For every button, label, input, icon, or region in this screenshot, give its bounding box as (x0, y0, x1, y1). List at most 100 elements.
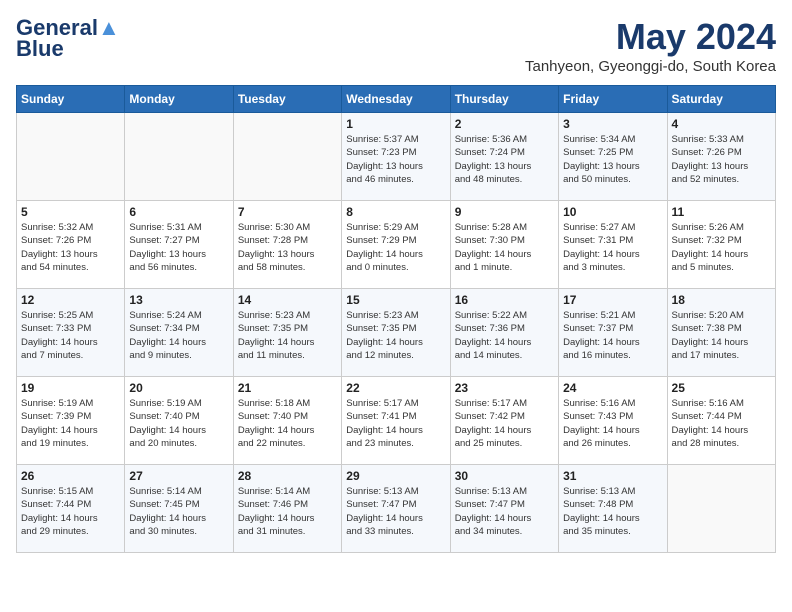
weekday-header: Friday (559, 86, 667, 113)
day-number: 18 (672, 293, 771, 307)
day-info: Sunrise: 5:13 AM Sunset: 7:47 PM Dayligh… (346, 485, 445, 538)
day-number: 12 (21, 293, 120, 307)
day-number: 31 (563, 469, 662, 483)
day-number: 1 (346, 117, 445, 131)
weekday-header: Tuesday (233, 86, 341, 113)
day-number: 11 (672, 205, 771, 219)
day-info: Sunrise: 5:22 AM Sunset: 7:36 PM Dayligh… (455, 309, 554, 362)
weekday-header: Sunday (17, 86, 125, 113)
day-number: 23 (455, 381, 554, 395)
day-info: Sunrise: 5:13 AM Sunset: 7:47 PM Dayligh… (455, 485, 554, 538)
day-info: Sunrise: 5:24 AM Sunset: 7:34 PM Dayligh… (129, 309, 228, 362)
day-number: 3 (563, 117, 662, 131)
day-info: Sunrise: 5:16 AM Sunset: 7:43 PM Dayligh… (563, 397, 662, 450)
day-number: 9 (455, 205, 554, 219)
day-info: Sunrise: 5:16 AM Sunset: 7:44 PM Dayligh… (672, 397, 771, 450)
calendar-cell: 26 Sunrise: 5:15 AM Sunset: 7:44 PM Dayli… (17, 465, 125, 553)
day-info: Sunrise: 5:27 AM Sunset: 7:31 PM Dayligh… (563, 221, 662, 274)
title-block: May 2024 Tanhyeon, Gyeonggi-do, South Ko… (525, 16, 776, 75)
day-number: 30 (455, 469, 554, 483)
calendar-cell: 31 Sunrise: 5:13 AM Sunset: 7:48 PM Dayli… (559, 465, 667, 553)
calendar-cell: 7 Sunrise: 5:30 AM Sunset: 7:28 PM Daylig… (233, 201, 341, 289)
calendar-cell: 1 Sunrise: 5:37 AM Sunset: 7:23 PM Daylig… (342, 113, 450, 201)
day-info: Sunrise: 5:31 AM Sunset: 7:27 PM Dayligh… (129, 221, 228, 274)
day-info: Sunrise: 5:17 AM Sunset: 7:42 PM Dayligh… (455, 397, 554, 450)
calendar-cell: 24 Sunrise: 5:16 AM Sunset: 7:43 PM Dayli… (559, 377, 667, 465)
day-number: 6 (129, 205, 228, 219)
calendar-cell: 30 Sunrise: 5:13 AM Sunset: 7:47 PM Dayli… (450, 465, 558, 553)
calendar-cell: 28Sunrise: 5:14 AM Sunset: 7:46 PM Dayli… (233, 465, 341, 553)
day-info: Sunrise: 5:29 AM Sunset: 7:29 PM Dayligh… (346, 221, 445, 274)
month-title: May 2024 (525, 16, 776, 58)
calendar-cell (125, 113, 233, 201)
day-info: Sunrise: 5:30 AM Sunset: 7:28 PM Dayligh… (238, 221, 337, 274)
page-header: General▲ Blue May 2024 Tanhyeon, Gyeongg… (16, 16, 776, 75)
calendar-cell: 20 Sunrise: 5:19 AM Sunset: 7:40 PM Dayli… (125, 377, 233, 465)
day-info: Sunrise: 5:19 AM Sunset: 7:40 PM Dayligh… (129, 397, 228, 450)
day-number: 25 (672, 381, 771, 395)
calendar-cell: 27 Sunrise: 5:14 AM Sunset: 7:45 PM Dayli… (125, 465, 233, 553)
day-number: 20 (129, 381, 228, 395)
calendar-cell: 9 Sunrise: 5:28 AM Sunset: 7:30 PM Daylig… (450, 201, 558, 289)
calendar-cell: 10 Sunrise: 5:27 AM Sunset: 7:31 PM Dayli… (559, 201, 667, 289)
location: Tanhyeon, Gyeonggi-do, South Korea (525, 58, 776, 75)
day-info: Sunrise: 5:34 AM Sunset: 7:25 PM Dayligh… (563, 133, 662, 186)
day-number: 10 (563, 205, 662, 219)
day-number: 15 (346, 293, 445, 307)
weekday-header: Wednesday (342, 86, 450, 113)
day-info: Sunrise: 5:17 AM Sunset: 7:41 PM Dayligh… (346, 397, 445, 450)
calendar-cell: 19Sunrise: 5:19 AM Sunset: 7:39 PM Dayli… (17, 377, 125, 465)
day-info: Sunrise: 5:15 AM Sunset: 7:44 PM Dayligh… (21, 485, 120, 538)
day-number: 5 (21, 205, 120, 219)
calendar-cell: 17Sunrise: 5:21 AM Sunset: 7:37 PM Dayli… (559, 289, 667, 377)
day-number: 13 (129, 293, 228, 307)
day-info: Sunrise: 5:13 AM Sunset: 7:48 PM Dayligh… (563, 485, 662, 538)
day-info: Sunrise: 5:18 AM Sunset: 7:40 PM Dayligh… (238, 397, 337, 450)
calendar-cell: 18 Sunrise: 5:20 AM Sunset: 7:38 PM Dayli… (667, 289, 775, 377)
day-info: Sunrise: 5:20 AM Sunset: 7:38 PM Dayligh… (672, 309, 771, 362)
calendar-cell: 12 Sunrise: 5:25 AM Sunset: 7:33 PM Dayli… (17, 289, 125, 377)
logo: General▲ Blue (16, 16, 120, 62)
day-number: 16 (455, 293, 554, 307)
calendar-cell: 3 Sunrise: 5:34 AM Sunset: 7:25 PM Daylig… (559, 113, 667, 201)
day-number: 27 (129, 469, 228, 483)
day-number: 29 (346, 469, 445, 483)
calendar-cell: 11 Sunrise: 5:26 AM Sunset: 7:32 PM Dayli… (667, 201, 775, 289)
calendar-cell: 25 Sunrise: 5:16 AM Sunset: 7:44 PM Dayli… (667, 377, 775, 465)
calendar-cell (667, 465, 775, 553)
calendar-cell: 22 Sunrise: 5:17 AM Sunset: 7:41 PM Dayli… (342, 377, 450, 465)
day-info: Sunrise: 5:28 AM Sunset: 7:30 PM Dayligh… (455, 221, 554, 274)
day-number: 14 (238, 293, 337, 307)
day-number: 21 (238, 381, 337, 395)
day-number: 7 (238, 205, 337, 219)
calendar-cell: 6 Sunrise: 5:31 AM Sunset: 7:27 PM Daylig… (125, 201, 233, 289)
calendar-cell: 2Sunrise: 5:36 AM Sunset: 7:24 PM Daylig… (450, 113, 558, 201)
day-info: Sunrise: 5:14 AM Sunset: 7:45 PM Dayligh… (129, 485, 228, 538)
calendar-cell: 21 Sunrise: 5:18 AM Sunset: 7:40 PM Dayli… (233, 377, 341, 465)
day-number: 22 (346, 381, 445, 395)
calendar-table: SundayMondayTuesdayWednesdayThursdayFrid… (16, 85, 776, 553)
calendar-cell: 13 Sunrise: 5:24 AM Sunset: 7:34 PM Dayli… (125, 289, 233, 377)
calendar-cell: 8 Sunrise: 5:29 AM Sunset: 7:29 PM Daylig… (342, 201, 450, 289)
logo-blue: Blue (16, 36, 64, 62)
day-number: 2 (455, 117, 554, 131)
day-number: 8 (346, 205, 445, 219)
day-info: Sunrise: 5:37 AM Sunset: 7:23 PM Dayligh… (346, 133, 445, 186)
calendar-cell: 15 Sunrise: 5:23 AM Sunset: 7:35 PM Dayli… (342, 289, 450, 377)
calendar-cell (233, 113, 341, 201)
weekday-header: Saturday (667, 86, 775, 113)
day-number: 26 (21, 469, 120, 483)
day-info: Sunrise: 5:25 AM Sunset: 7:33 PM Dayligh… (21, 309, 120, 362)
day-info: Sunrise: 5:14 AM Sunset: 7:46 PM Dayligh… (238, 485, 337, 538)
day-info: Sunrise: 5:23 AM Sunset: 7:35 PM Dayligh… (346, 309, 445, 362)
day-number: 24 (563, 381, 662, 395)
calendar-cell: 5Sunrise: 5:32 AM Sunset: 7:26 PM Daylig… (17, 201, 125, 289)
day-info: Sunrise: 5:21 AM Sunset: 7:37 PM Dayligh… (563, 309, 662, 362)
day-number: 4 (672, 117, 771, 131)
day-info: Sunrise: 5:33 AM Sunset: 7:26 PM Dayligh… (672, 133, 771, 186)
calendar-cell (17, 113, 125, 201)
calendar-cell: 14Sunrise: 5:23 AM Sunset: 7:35 PM Dayli… (233, 289, 341, 377)
day-info: Sunrise: 5:26 AM Sunset: 7:32 PM Dayligh… (672, 221, 771, 274)
calendar-cell: 23 Sunrise: 5:17 AM Sunset: 7:42 PM Dayli… (450, 377, 558, 465)
weekday-header: Monday (125, 86, 233, 113)
